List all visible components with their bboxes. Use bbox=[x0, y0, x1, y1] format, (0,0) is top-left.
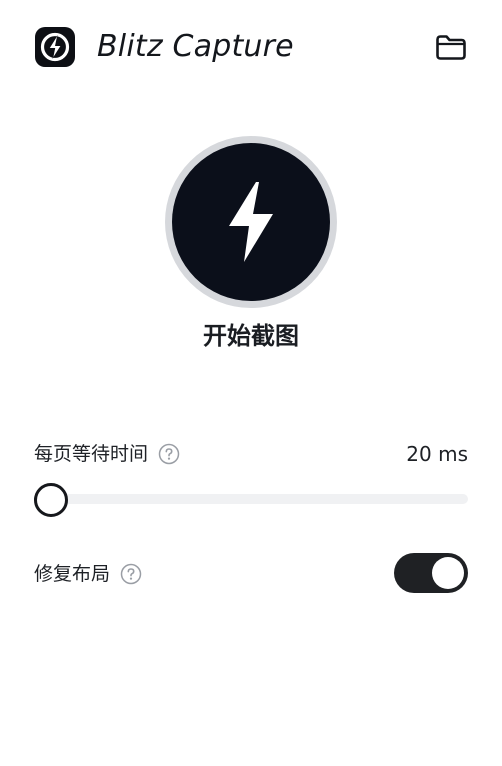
start-capture-label: 开始截图 bbox=[203, 322, 299, 350]
question-circle-icon[interactable] bbox=[120, 563, 142, 585]
slider-track bbox=[34, 494, 468, 504]
lightning-bolt-icon bbox=[229, 182, 273, 262]
capture-button-face bbox=[172, 143, 330, 301]
app-header: Blitz Capture bbox=[34, 26, 468, 68]
fix-layout-toggle[interactable] bbox=[394, 553, 468, 593]
open-folder-button[interactable] bbox=[434, 30, 468, 64]
wait-time-label: 每页等待时间 bbox=[34, 443, 149, 465]
wait-time-slider[interactable] bbox=[34, 482, 468, 517]
slider-thumb[interactable] bbox=[34, 483, 68, 517]
toggle-knob bbox=[432, 557, 464, 589]
wait-time-row: 每页等待时间 bbox=[34, 440, 180, 468]
wait-time-value: 20 ms bbox=[406, 442, 468, 466]
bolt-logo-icon bbox=[34, 26, 76, 68]
question-circle-icon[interactable] bbox=[158, 443, 180, 465]
fix-layout-label: 修复布局 bbox=[34, 563, 111, 585]
fix-layout-row: 修复布局 bbox=[34, 560, 142, 588]
app-title: Blitz Capture bbox=[97, 29, 294, 64]
folder-icon bbox=[436, 35, 466, 60]
start-capture-button[interactable] bbox=[165, 136, 337, 308]
